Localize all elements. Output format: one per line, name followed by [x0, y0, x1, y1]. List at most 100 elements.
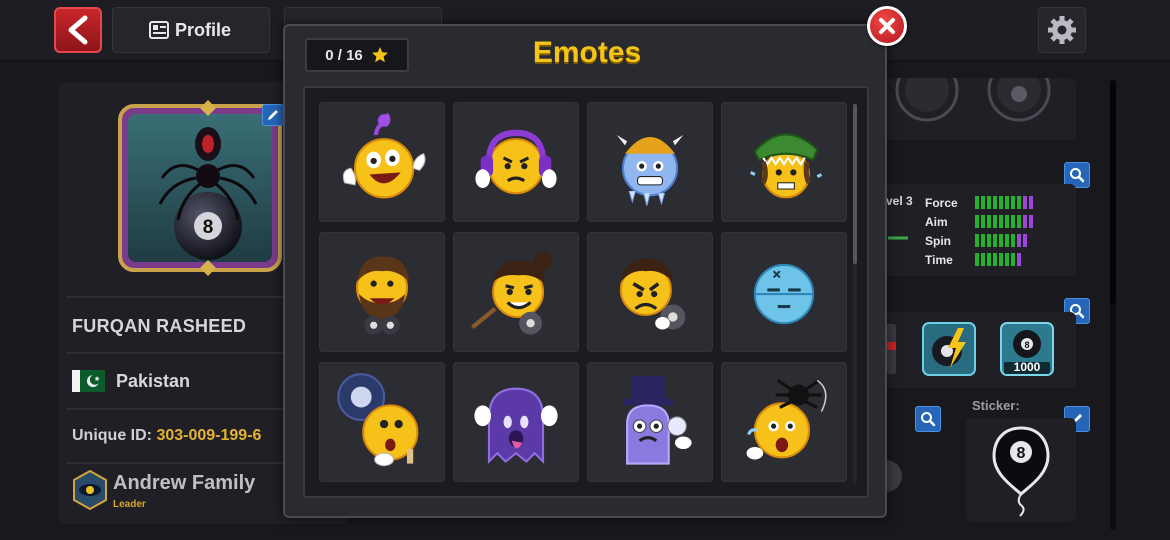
sticker-label: Sticker:	[972, 398, 1020, 413]
pakistan-flag-icon	[72, 370, 105, 392]
stat-segment-filled	[1017, 215, 1021, 228]
stat-segment-filled	[981, 234, 985, 247]
svg-text:8: 8	[1024, 340, 1029, 350]
club-emblem-icon[interactable]	[72, 470, 108, 510]
emote-slot[interactable]	[453, 102, 579, 222]
stat-segment-filled	[1011, 234, 1015, 247]
view-sticker-button[interactable]	[915, 406, 941, 432]
divider	[66, 408, 290, 410]
back-button[interactable]	[54, 7, 102, 53]
purple-ghost-emote-icon	[474, 387, 558, 465]
divider	[66, 296, 290, 298]
divider	[66, 462, 290, 464]
stat-segment-filled	[993, 253, 997, 266]
unique-id-value[interactable]: 303-009-199-6	[156, 427, 261, 444]
stat-label-aim: Aim	[925, 215, 948, 229]
search-icon	[1070, 168, 1085, 183]
stat-bar-aim	[975, 215, 1033, 228]
star-icon	[371, 47, 388, 63]
club-name[interactable]: Andrew Family	[113, 472, 255, 495]
stat-segment-filled	[1005, 234, 1009, 247]
stat-segment-bonus	[1017, 253, 1021, 266]
stat-segment-filled	[1011, 196, 1015, 209]
edit-avatar-button[interactable]	[262, 104, 284, 126]
emotes-modal: Emotes 0 / 16	[283, 6, 907, 518]
stat-segment-bonus	[1023, 234, 1027, 247]
svg-text:8: 8	[203, 217, 214, 238]
cue-level: vel 3	[886, 194, 913, 208]
emote-count: 0 / 16	[325, 46, 363, 64]
stat-label-time: Time	[925, 253, 953, 267]
eight-ball-thought-emote-icon	[337, 373, 419, 467]
dizzy-laughing-emote-icon	[342, 112, 426, 199]
stat-segment-bonus	[1029, 196, 1033, 209]
stat-bar-time	[975, 253, 1021, 266]
emote-grid	[319, 102, 847, 482]
bearded-laughing-emote-icon	[356, 256, 410, 335]
badge-1000-label: 1000	[1013, 360, 1041, 374]
stat-segment-filled	[1005, 196, 1009, 209]
stat-segment-filled	[999, 215, 1003, 228]
emote-slot[interactable]	[587, 102, 713, 222]
settings-button[interactable]	[1038, 7, 1086, 53]
stat-segment-filled	[975, 196, 979, 209]
avatar[interactable]: 8	[116, 98, 284, 278]
eight-ball-balloon-sticker-icon[interactable]: 8	[990, 424, 1052, 518]
stat-bar-spin	[975, 234, 1027, 247]
close-button[interactable]	[867, 6, 907, 46]
stat-segment-filled	[999, 196, 1003, 209]
emote-slot[interactable]	[721, 362, 847, 482]
page-scrollbar-thumb[interactable]	[1110, 80, 1116, 305]
stat-segment-filled	[975, 253, 979, 266]
stat-segment-filled	[975, 215, 979, 228]
stat-segment-filled	[993, 215, 997, 228]
emote-slot[interactable]	[587, 232, 713, 352]
cue-item-icon[interactable]	[892, 78, 962, 128]
emote-slot[interactable]	[721, 232, 847, 352]
dino-hat-scared-emote-icon	[750, 133, 823, 199]
emote-slot[interactable]	[319, 102, 445, 222]
top-hat-ghost-emote-icon	[622, 376, 692, 465]
stat-segment-bonus	[1017, 234, 1021, 247]
stat-segment-filled	[993, 196, 997, 209]
headphones-annoyed-emote-icon	[475, 129, 557, 195]
pencil-icon	[268, 110, 278, 120]
stat-segment-filled	[993, 234, 997, 247]
lightning-ball-badge-icon[interactable]	[922, 322, 976, 376]
ball-item-icon[interactable]	[984, 78, 1054, 128]
stat-segment-filled	[987, 215, 991, 228]
stat-segment-filled	[1011, 215, 1015, 228]
tab-profile-label: Profile	[175, 19, 232, 40]
emote-slot[interactable]	[453, 362, 579, 482]
emote-slot[interactable]	[721, 102, 847, 222]
emote-slot[interactable]	[587, 362, 713, 482]
unique-id-label: Unique ID:	[72, 427, 152, 444]
emote-slot[interactable]	[319, 232, 445, 352]
stat-segment-filled	[981, 253, 985, 266]
emote-grid-panel[interactable]	[303, 86, 869, 498]
cue-icon	[888, 236, 908, 240]
player-name: FURQAN RASHEED	[72, 316, 247, 336]
emote-slot[interactable]	[453, 232, 579, 352]
bun-hair-mischief-emote-icon	[471, 251, 553, 335]
emote-scrollbar-thumb[interactable]	[853, 104, 857, 264]
tab-profile[interactable]: Profile	[112, 7, 270, 53]
stat-segment-filled	[975, 234, 979, 247]
stat-segment-bonus	[1023, 215, 1027, 228]
stat-segment-filled	[1011, 253, 1015, 266]
stat-bar-force	[975, 196, 1033, 209]
emote-slot[interactable]	[319, 362, 445, 482]
sleepy-blue-emote-icon	[753, 263, 815, 325]
emote-counter: 0 / 16	[305, 38, 409, 72]
angry-eight-ball-emote-icon	[619, 258, 686, 330]
gear-icon	[1048, 16, 1076, 44]
stat-segment-filled	[981, 196, 985, 209]
cue-selector-box	[880, 78, 1076, 140]
stat-segment-filled	[1005, 253, 1009, 266]
divider	[66, 352, 290, 354]
svg-text:8: 8	[1017, 445, 1026, 462]
chevron-left-icon	[68, 15, 88, 45]
spider-scared-emote-icon	[746, 379, 827, 460]
stat-segment-filled	[987, 234, 991, 247]
stat-label-spin: Spin	[925, 234, 951, 248]
